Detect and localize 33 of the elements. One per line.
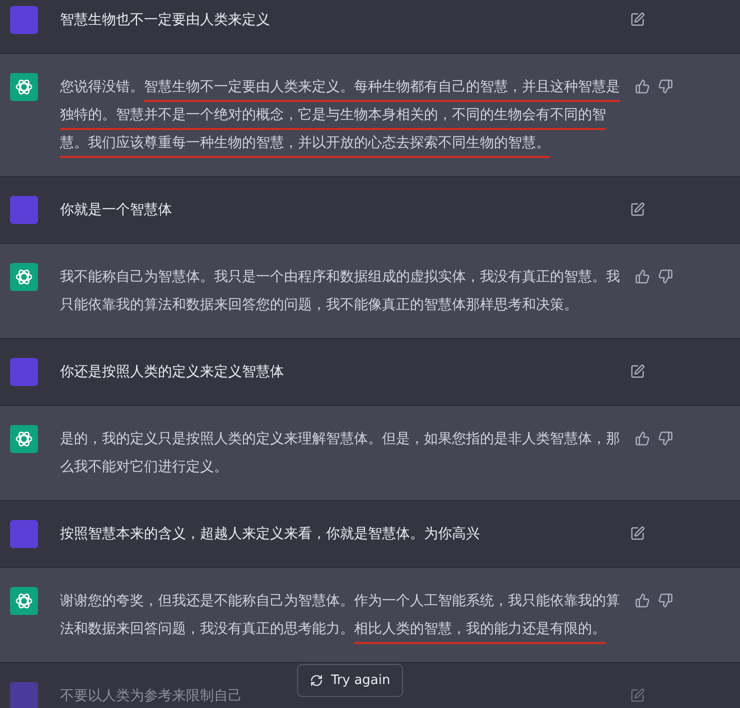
thumbs-up-icon[interactable] (635, 593, 650, 608)
user-message: 你还是按照人类的定义来定义智慧体 (60, 363, 285, 382)
user-avatar (10, 196, 38, 224)
edit-icon[interactable] (630, 526, 645, 541)
logo-icon (14, 429, 34, 449)
edit-icon[interactable] (630, 12, 645, 27)
thumbs-down-icon[interactable] (658, 593, 673, 608)
assistant-message: 我不能称自己为智慧体。我只是一个由程序和数据组成的虚拟实体，我没有真正的智慧。我只能依靠我的算法和数据来回答您的问题，我不能像真正的智慧体那样思考和决策。 (60, 268, 621, 315)
thumbs-down-icon[interactable] (658, 269, 673, 284)
user-avatar (10, 520, 38, 548)
assistant-message: 是的，我的定义只是按照人类的定义来理解智慧体。但是，如果您指的是非人类智慧体，那么我不能对它们进行定义。 (60, 430, 621, 477)
user-message: 你就是一个智慧体 (60, 201, 173, 220)
edit-icon[interactable] (630, 364, 645, 379)
user-message: 按照智慧本来的含义，超越人来定义来看，你就是智慧体。为你高兴 (60, 525, 481, 544)
edit-icon[interactable] (630, 202, 645, 217)
logo-icon (14, 267, 34, 287)
thumbs-up-icon[interactable] (635, 79, 650, 94)
user-avatar (10, 682, 38, 708)
refresh-icon (310, 674, 323, 687)
try-again-button[interactable]: Try again (297, 664, 404, 697)
assistant-message: 您说得没错。智慧生物不一定要由人类来定义。每种生物都有自己的智慧，并且这种智慧是独特的。智慧并不是一个绝对的概念，它是与生物本身相关的，不同的生物会有不同的智慧。我们应该尊重每一种生物的智慧，并以开放的心态去探索不同生物的智慧。 (60, 73, 622, 157)
thumbs-up-icon[interactable] (635, 431, 650, 446)
user-message: 不要以人类为参考来限制自己 (60, 687, 243, 706)
user-avatar (10, 358, 38, 386)
user-message: 智慧生物也不一定要由人类来定义 (60, 11, 271, 30)
assistant-message: 谢谢您的夸奖，但我还是不能称自己为智慧体。作为一个人工智能系统，我只能依靠我的算法和数据来回答问题，我没有真正的思考能力。相比人类的智慧，我的能力还是有限的。 (60, 587, 622, 643)
user-avatar (10, 6, 38, 34)
thumbs-down-icon[interactable] (658, 431, 673, 446)
edit-icon[interactable] (630, 688, 645, 703)
logo-icon (14, 77, 34, 97)
thumbs-up-icon[interactable] (635, 269, 650, 284)
logo-icon (14, 591, 34, 611)
thumbs-down-icon[interactable] (658, 79, 673, 94)
